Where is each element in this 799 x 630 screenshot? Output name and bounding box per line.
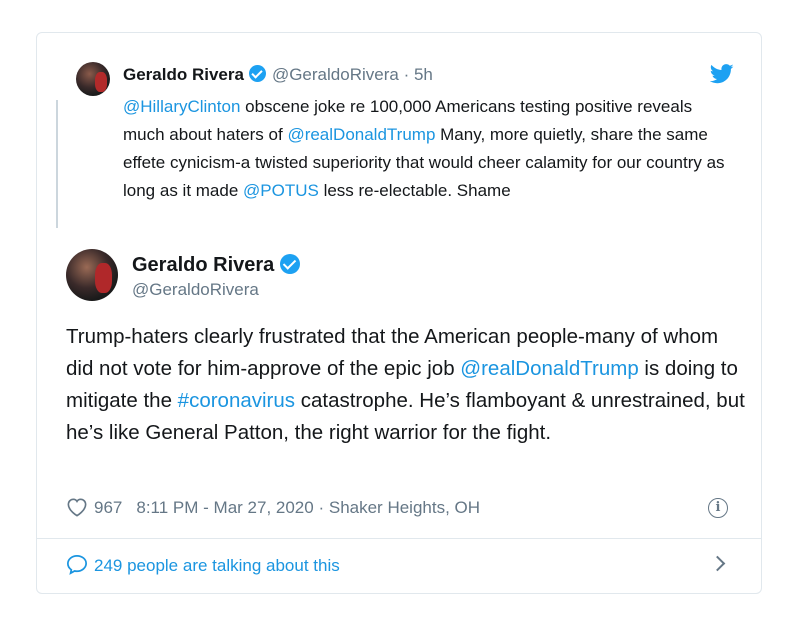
verified-icon xyxy=(280,254,301,274)
mention-link[interactable]: @POTUS xyxy=(243,181,319,200)
dot-separator: · xyxy=(403,65,410,84)
divider xyxy=(36,538,762,539)
twitter-bird-icon[interactable] xyxy=(710,64,734,84)
thread-connector-line xyxy=(56,100,58,228)
verified-icon xyxy=(248,65,266,82)
like-count[interactable]: 967 xyxy=(94,498,122,517)
mention-link[interactable]: @realDonaldTrump xyxy=(287,125,435,144)
author-name-row: Geraldo Rivera xyxy=(132,252,301,278)
mention-link[interactable]: @HillaryClinton xyxy=(123,97,240,116)
heart-icon[interactable] xyxy=(66,497,88,517)
talking-about-label[interactable]: 249 people are talking about this xyxy=(94,556,340,575)
tweet-text: Trump-haters clearly frustrated that the… xyxy=(66,321,746,449)
tweet-timestamp[interactable]: 8:11 PM - Mar 27, 2020 xyxy=(136,498,313,517)
hashtag-link[interactable]: #coronavirus xyxy=(178,389,295,412)
parent-tweet-header: Geraldo Rivera @GeraldoRivera · 5h xyxy=(123,64,433,86)
author-handle[interactable]: @GeraldoRivera xyxy=(132,279,259,301)
parent-tweet-time[interactable]: 5h xyxy=(414,65,433,84)
parent-author-handle[interactable]: @GeraldoRivera · 5h xyxy=(272,65,433,84)
tweet-location[interactable]: Shaker Heights, OH xyxy=(329,498,480,517)
author-name[interactable]: Geraldo Rivera xyxy=(132,254,274,276)
tweet-meta-row: 967 8:11 PM - Mar 27, 2020 · Shaker Heigh… xyxy=(66,496,480,520)
parent-author-name[interactable]: Geraldo Rivera xyxy=(123,65,244,84)
talking-about-link[interactable]: 249 people are talking about this xyxy=(66,554,340,578)
tweet-text-segment: less re-electable. Shame xyxy=(318,181,511,200)
parent-tweet-text: @HillaryClinton obscene joke re 100,000 … xyxy=(123,93,733,205)
parent-handle-text[interactable]: @GeraldoRivera xyxy=(272,65,399,84)
speech-bubble-icon xyxy=(67,554,87,575)
mention-link[interactable]: @realDonaldTrump xyxy=(460,357,638,380)
info-icon[interactable]: i xyxy=(708,498,728,518)
author-avatar[interactable] xyxy=(66,249,118,301)
parent-avatar[interactable] xyxy=(76,62,110,96)
dot-separator: · xyxy=(318,498,325,517)
